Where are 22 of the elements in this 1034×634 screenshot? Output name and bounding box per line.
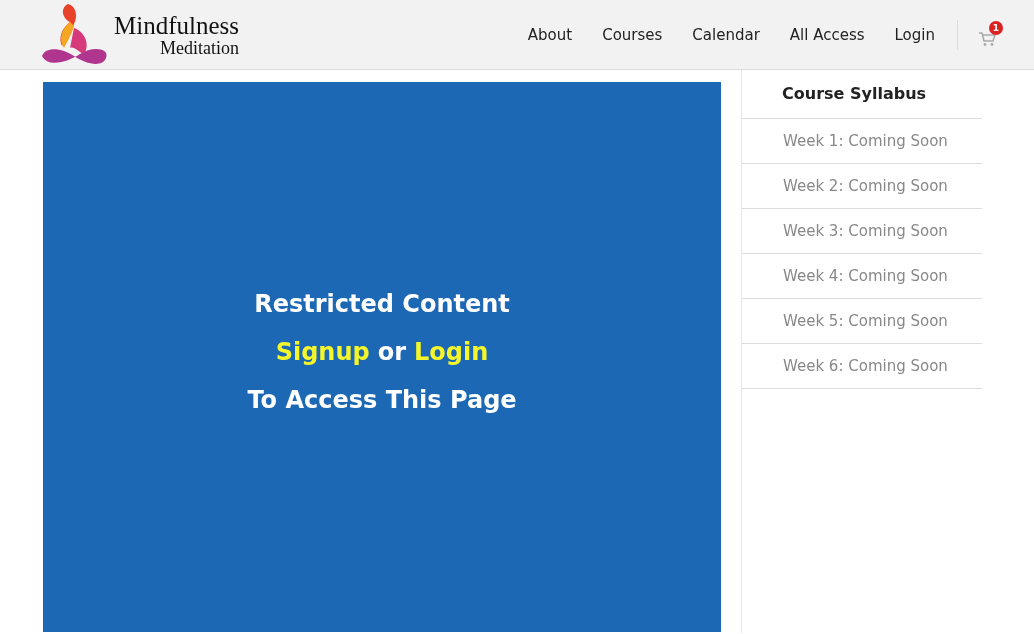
syllabus-item[interactable]: Week 3: Coming Soon bbox=[742, 209, 982, 254]
syllabus-item[interactable]: Week 2: Coming Soon bbox=[742, 164, 982, 209]
login-link[interactable]: Login bbox=[414, 338, 489, 366]
logo-subtitle: Meditation bbox=[160, 38, 239, 57]
cart-icon bbox=[978, 30, 996, 47]
syllabus-title: Course Syllabus bbox=[742, 70, 982, 119]
signup-link[interactable]: Signup bbox=[275, 338, 370, 366]
restricted-heading: Restricted Content bbox=[254, 290, 510, 318]
nav-link[interactable]: Login bbox=[894, 25, 935, 44]
access-text: To Access This Page bbox=[247, 386, 517, 414]
nav-link[interactable]: Calendar bbox=[692, 25, 760, 44]
cart-badge: 1 bbox=[989, 20, 1003, 35]
logo-title: Mindfulness bbox=[114, 12, 239, 38]
syllabus-item[interactable]: Week 4: Coming Soon bbox=[742, 254, 982, 299]
nav-link[interactable]: Courses bbox=[602, 25, 663, 44]
syllabus-item[interactable]: Week 5: Coming Soon bbox=[742, 299, 982, 344]
nav-link[interactable]: About bbox=[527, 25, 573, 44]
syllabus-item[interactable]: Week 1: Coming Soon bbox=[742, 119, 982, 164]
or-text: or bbox=[377, 338, 407, 366]
syllabus-item[interactable]: Week 6: Coming Soon bbox=[742, 344, 982, 389]
nav-link[interactable]: All Access bbox=[789, 25, 865, 44]
cart-link[interactable]: 1 bbox=[978, 20, 1006, 49]
